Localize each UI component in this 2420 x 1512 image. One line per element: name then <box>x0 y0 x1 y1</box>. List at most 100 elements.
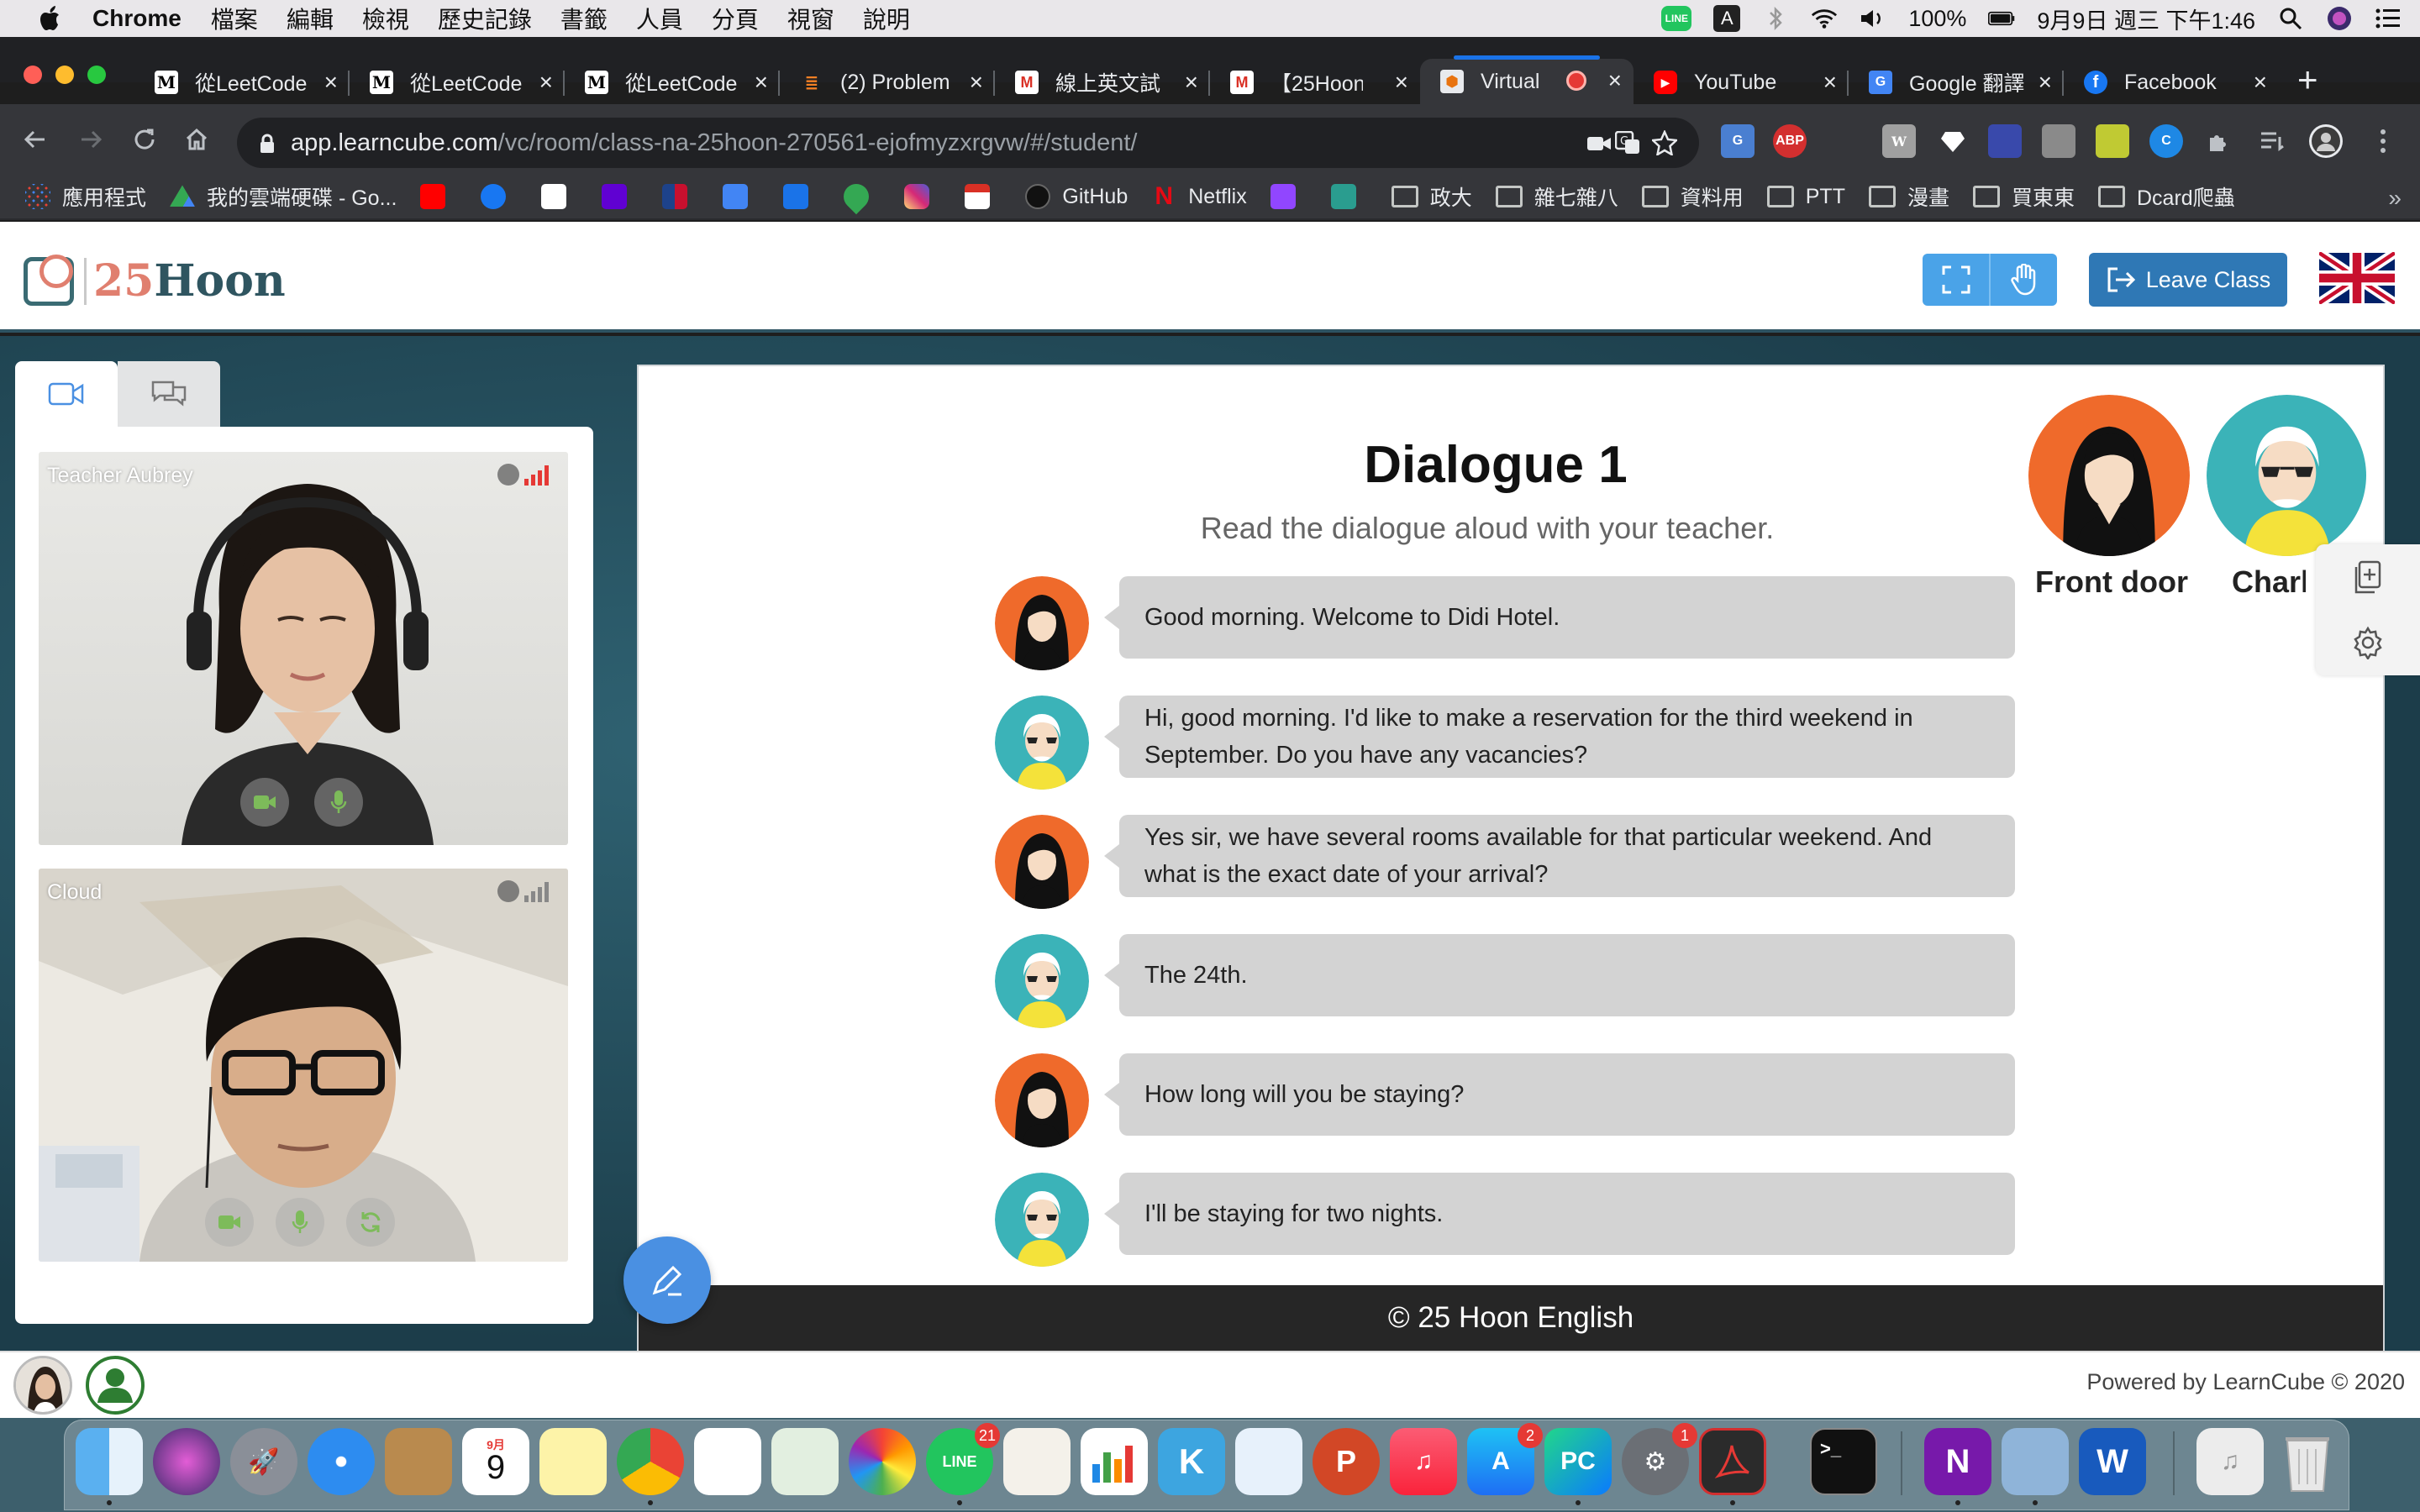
bookmark-translate[interactable] <box>723 184 760 209</box>
menu-people[interactable]: 人員 <box>636 2 683 35</box>
bookmark-wikipedia[interactable] <box>541 184 578 209</box>
google-translate-extension-icon[interactable]: G <box>1721 124 1754 158</box>
bookmark-docs[interactable] <box>783 184 820 209</box>
safari-icon[interactable] <box>308 1428 375 1495</box>
notes-icon[interactable] <box>539 1428 607 1495</box>
tab-close-icon[interactable]: × <box>970 69 983 96</box>
bookmark-folder[interactable]: Dcard爬蟲 <box>2098 181 2235 212</box>
switch-camera-button[interactable] <box>346 1198 395 1247</box>
wifi-icon[interactable] <box>1811 5 1838 32</box>
bookmark-folder[interactable]: PTT <box>1766 185 1845 209</box>
launchpad-icon[interactable]: 🚀 <box>230 1428 297 1495</box>
pages-icon[interactable] <box>1003 1428 1071 1495</box>
bookmark-other[interactable] <box>1330 184 1368 209</box>
menubar-app-name[interactable]: Chrome <box>92 5 182 32</box>
minimize-window-button[interactable] <box>55 66 74 84</box>
calendar-icon[interactable]: 9月 9 <box>462 1428 529 1495</box>
browser-tab[interactable]: ≣ (2) Problem × <box>780 60 995 104</box>
settings-button[interactable] <box>2316 610 2420 675</box>
acrobat-icon[interactable] <box>1699 1428 1766 1495</box>
browser-tab[interactable]: M 從LeetCode × <box>565 60 780 104</box>
input-method-icon[interactable]: A <box>1713 5 1741 32</box>
profile-avatar[interactable] <box>2309 124 2343 158</box>
c-extension-icon[interactable]: C <box>2149 124 2183 158</box>
bookmark-folder[interactable]: 買東東 <box>1972 181 2075 212</box>
fullscreen-button[interactable] <box>1923 254 1989 306</box>
close-window-button[interactable] <box>24 66 42 84</box>
bookmark-instagram[interactable] <box>904 184 941 209</box>
tab-close-icon[interactable]: × <box>1823 69 1837 96</box>
menu-help[interactable]: 說明 <box>863 2 910 35</box>
address-bar[interactable]: app.learncube.com /vc/room/class-na-25ho… <box>237 118 1699 168</box>
teacher-video[interactable]: Teacher Aubrey <box>39 452 568 845</box>
bookmark-netflix[interactable]: N Netflix <box>1151 182 1246 210</box>
browser-tab[interactable]: f Facebook × <box>2064 60 2279 104</box>
pycharm-icon[interactable]: PC <box>1544 1428 1612 1495</box>
bookmark-facebook[interactable] <box>481 184 518 209</box>
tab-close-icon[interactable]: × <box>1395 69 1408 96</box>
powerpoint-icon[interactable]: P <box>1313 1428 1380 1495</box>
onenote-icon[interactable]: N <box>1924 1428 1991 1495</box>
tab-close-icon[interactable]: × <box>755 69 768 96</box>
keynote-icon[interactable] <box>1235 1428 1302 1495</box>
raise-hand-button[interactable] <box>1989 254 2057 306</box>
bookmark-star-icon[interactable] <box>1650 129 1679 162</box>
bookmark-youtube[interactable] <box>420 184 457 209</box>
reminders-icon[interactable] <box>694 1428 761 1495</box>
bookmarks-overflow-icon[interactable]: » <box>2388 185 2402 212</box>
bookmark-nba[interactable] <box>662 184 699 209</box>
browser-tab[interactable]: M 從LeetCode × <box>350 60 565 104</box>
menu-bookmarks[interactable]: 書籤 <box>560 2 608 35</box>
lock-icon[interactable] <box>259 133 276 153</box>
25hoon-logo[interactable]: 25Hoon <box>24 254 286 307</box>
add-page-button[interactable] <box>2316 544 2420 610</box>
bookmark-folder[interactable]: 政大 <box>1391 181 1472 212</box>
browser-tab[interactable]: M 線上英文試 × <box>995 60 1210 104</box>
menu-edit[interactable]: 編輯 <box>287 2 334 35</box>
bookmark-folder[interactable]: 雜七雜八 <box>1495 181 1618 212</box>
home-button[interactable] <box>180 123 213 156</box>
music-icon[interactable]: ♫ <box>1390 1428 1457 1495</box>
tab-video[interactable] <box>15 361 118 427</box>
trash-icon[interactable] <box>2274 1428 2341 1495</box>
extension-icon[interactable] <box>2096 124 2129 158</box>
apple-icon[interactable] <box>32 2 71 35</box>
bookmark-maps[interactable] <box>839 178 881 215</box>
browser-tab-active[interactable]: ⬢ Virtual × <box>1420 55 1634 104</box>
browser-tab[interactable]: G Google 翻譯 × <box>1849 60 2064 104</box>
bookmark-folder[interactable]: 漫畫 <box>1868 181 1949 212</box>
back-button[interactable] <box>18 123 52 156</box>
battery-icon[interactable] <box>1988 5 2015 32</box>
wikipedia-extension-icon[interactable]: W <box>1882 124 1916 158</box>
extensions-puzzle-icon[interactable] <box>2202 124 2235 158</box>
maps-icon[interactable] <box>771 1428 839 1495</box>
teacher-mic-toggle[interactable] <box>314 778 363 827</box>
tab-close-icon[interactable]: × <box>1185 69 1198 96</box>
adblock-plus-icon[interactable]: ABP <box>1773 124 1807 158</box>
bluetooth-icon[interactable] <box>1762 5 1789 32</box>
bookmark-twitch[interactable] <box>1270 184 1307 209</box>
preview-icon[interactable] <box>2002 1428 2069 1495</box>
volume-icon[interactable] <box>1860 5 1886 32</box>
reading-list-icon[interactable] <box>2255 124 2289 158</box>
bookmark-yahoo[interactable] <box>602 184 639 209</box>
extension-icon[interactable] <box>1988 124 2022 158</box>
translate-page-icon[interactable]: G <box>1614 130 1640 161</box>
camera-in-use-icon[interactable] <box>1586 133 1612 160</box>
line-status-icon[interactable]: LINE <box>1661 6 1692 31</box>
bookmark-folder[interactable]: 資料用 <box>1641 181 1744 212</box>
kodi-icon[interactable]: K <box>1158 1428 1225 1495</box>
annotate-pencil-button[interactable] <box>623 1236 711 1324</box>
numbers-icon[interactable] <box>1081 1428 1148 1495</box>
menu-file[interactable]: 檔案 <box>211 2 258 35</box>
tab-chat[interactable] <box>118 361 220 427</box>
chrome-menu-icon[interactable] <box>2366 124 2400 158</box>
terminal-icon[interactable]: >_ <box>1810 1428 1877 1495</box>
leave-class-button[interactable]: Leave Class <box>2089 253 2287 307</box>
menu-window[interactable]: 視窗 <box>787 2 834 35</box>
diamond-extension-icon[interactable] <box>1936 124 1970 158</box>
browser-tab[interactable]: M 從LeetCode × <box>134 60 350 104</box>
tab-close-icon[interactable]: × <box>2254 69 2267 96</box>
forward-button[interactable] <box>74 123 108 156</box>
menu-history[interactable]: 歷史記錄 <box>438 2 532 35</box>
